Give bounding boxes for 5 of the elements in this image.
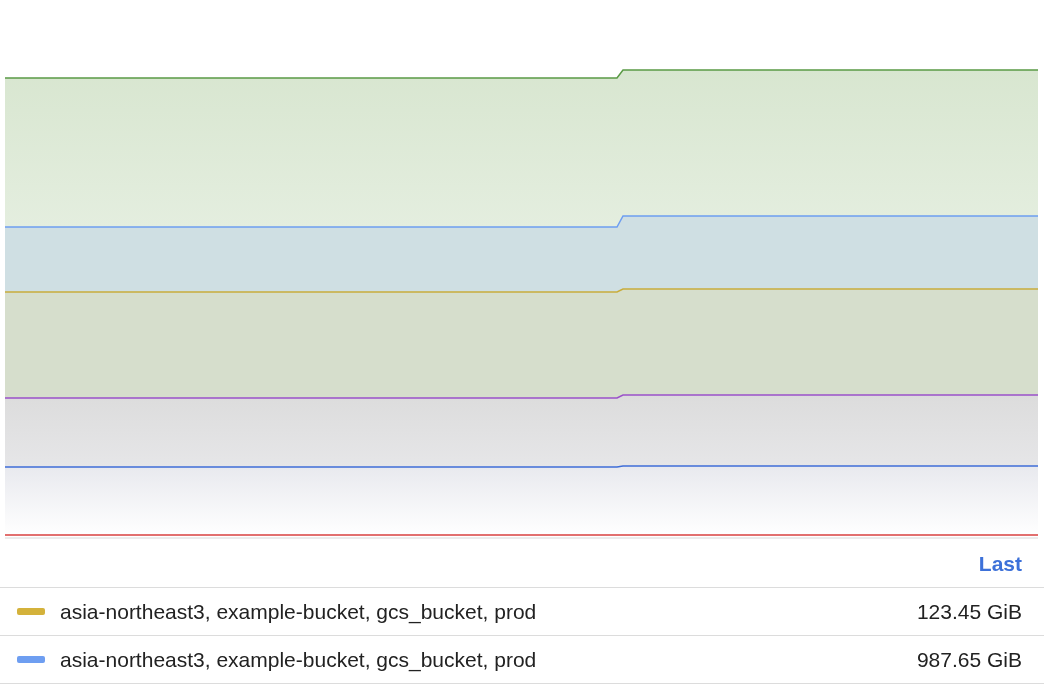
legend-column-header[interactable]: Last: [978, 547, 1022, 580]
series-last-value: 987.65 GiB: [916, 646, 1022, 673]
series-name[interactable]: asia-northeast3, example-bucket, gcs_bucket, prod: [60, 643, 537, 676]
series-name[interactable]: asia-northeast3, example-bucket, gcs_bucket, prod: [60, 595, 537, 628]
series-last-value: 123.45 GiB: [916, 598, 1022, 625]
